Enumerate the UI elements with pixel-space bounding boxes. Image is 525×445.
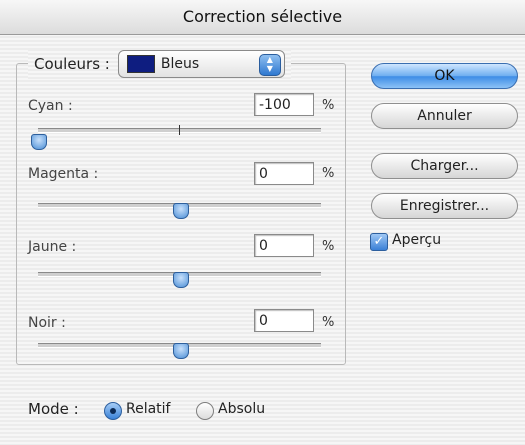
- radio-selected-dot: [110, 408, 116, 414]
- load-button[interactable]: Charger...: [371, 153, 518, 179]
- preview-checkbox[interactable]: ✓: [370, 233, 388, 251]
- mode-relative-radio[interactable]: [104, 402, 122, 420]
- jaune-percent: %: [322, 239, 335, 254]
- noir-label: Noir :: [28, 315, 66, 331]
- save-button[interactable]: Enregistrer...: [371, 193, 518, 219]
- window-title: Correction sélective: [0, 0, 525, 35]
- noir-slider-thumb[interactable]: [173, 343, 189, 359]
- cyan-slider-thumb[interactable]: [31, 134, 47, 150]
- mode-relative-label[interactable]: Relatif: [126, 401, 171, 417]
- popup-arrows-icon: ▲ ▼: [258, 54, 281, 76]
- noir-input[interactable]: 0: [254, 309, 314, 332]
- colors-popup-value: Bleus: [160, 56, 200, 72]
- preview-label[interactable]: Aperçu: [392, 232, 441, 248]
- jaune-slider-thumb[interactable]: [173, 272, 189, 288]
- magenta-label: Magenta :: [28, 166, 99, 182]
- noir-percent: %: [322, 315, 335, 330]
- magenta-input[interactable]: 0: [254, 162, 314, 185]
- cyan-center-tick: [179, 125, 180, 135]
- mode-label: Mode :: [28, 400, 79, 418]
- ok-button[interactable]: OK: [371, 63, 518, 89]
- cyan-input[interactable]: -100: [254, 93, 314, 116]
- cyan-percent: %: [322, 98, 335, 113]
- colors-popup[interactable]: Bleus ▲ ▼: [117, 50, 285, 78]
- color-swatch: [126, 55, 155, 73]
- cyan-label: Cyan :: [28, 98, 73, 114]
- magenta-slider-thumb[interactable]: [173, 203, 189, 219]
- colors-row: Couleurs : Bleus ▲ ▼: [28, 49, 291, 79]
- cancel-button[interactable]: Annuler: [371, 103, 518, 129]
- mode-absolute-radio[interactable]: [196, 402, 214, 420]
- jaune-label: Jaune :: [28, 239, 77, 255]
- mode-absolute-label[interactable]: Absolu: [218, 401, 265, 417]
- jaune-input[interactable]: 0: [254, 234, 314, 257]
- magenta-percent: %: [322, 166, 335, 181]
- colors-label: Couleurs :: [34, 55, 110, 73]
